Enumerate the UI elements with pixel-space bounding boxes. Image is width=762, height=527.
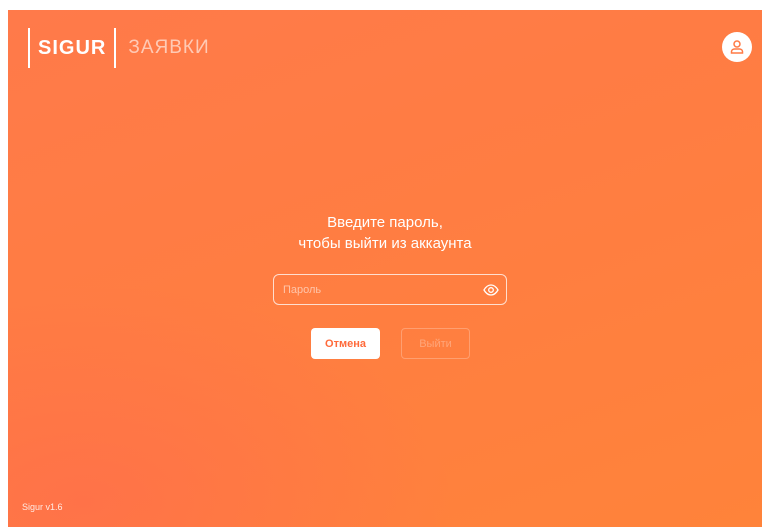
user-icon (730, 40, 744, 54)
logout-prompt: Введите пароль, чтобы выйти из аккаунта (8, 212, 762, 254)
password-input[interactable] (274, 275, 476, 304)
user-profile-button[interactable] (722, 32, 752, 62)
eye-icon[interactable] (476, 275, 506, 304)
prompt-line-1: Введите пароль, (327, 214, 443, 231)
app-background: SIGUR ЗАЯВКИ Введите пароль, чтобы выйти… (8, 10, 762, 527)
logo-brand-text: SIGUR (38, 36, 107, 59)
prompt-line-2: чтобы выйти из аккаунта (298, 235, 472, 252)
cancel-button[interactable]: Отмена (311, 328, 380, 359)
password-field (273, 274, 507, 305)
app-version: Sigur v1.6 (22, 502, 63, 512)
app-logo: SIGUR ЗАЯВКИ (28, 28, 210, 68)
exit-button[interactable]: Выйти (401, 328, 470, 359)
app-section-title: ЗАЯВКИ (128, 37, 210, 58)
